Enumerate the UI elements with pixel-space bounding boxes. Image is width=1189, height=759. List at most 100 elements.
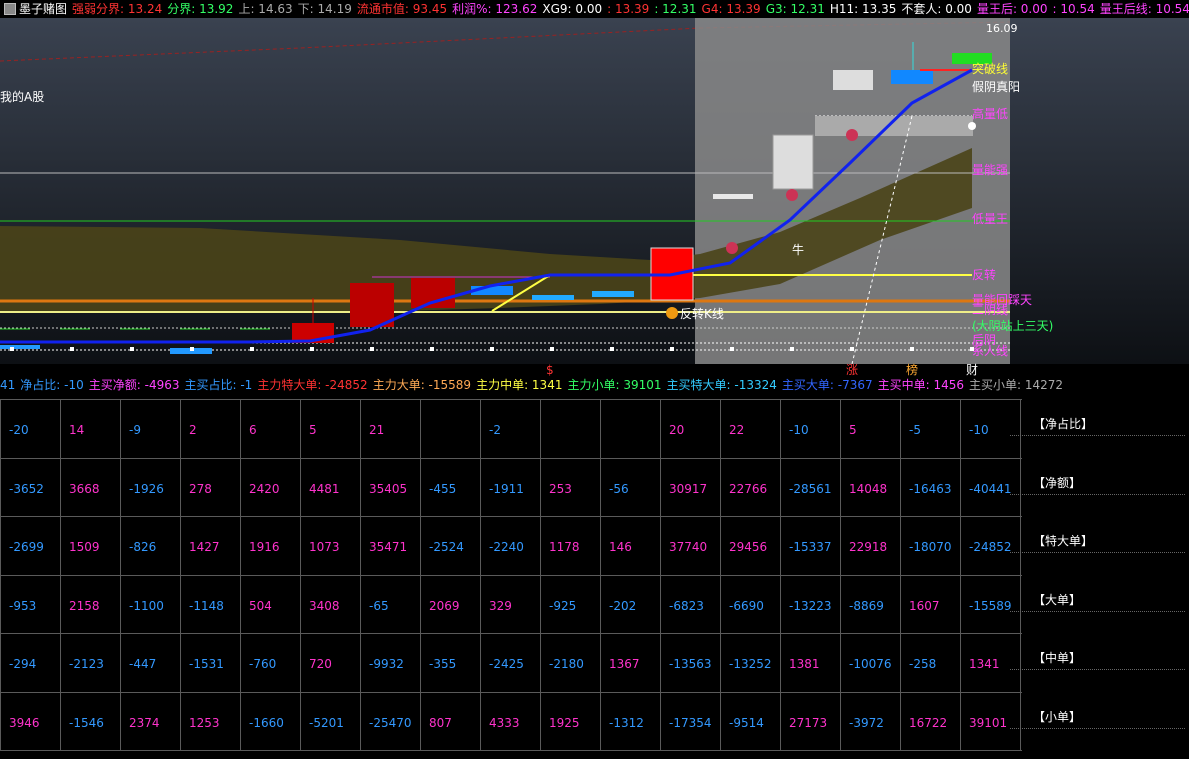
cell-value: 35405 — [369, 482, 408, 496]
cell-value: -18070 — [909, 540, 952, 554]
table-cell: -1926 — [120, 458, 180, 516]
cell-value: 2420 — [249, 482, 280, 496]
flow-value: 主力特大单: -24852 — [257, 378, 368, 392]
signal-label: 量能强 — [972, 163, 1009, 177]
cell-value: 253 — [549, 482, 572, 496]
table-cell: 14048 — [840, 458, 900, 516]
table-cell: -1546 — [60, 692, 120, 750]
cell-value: 1341 — [969, 657, 1000, 671]
table-cell: -40441 — [960, 458, 1020, 516]
flow-value: 主力小单: 39101 — [567, 378, 662, 392]
table-cell: 6 — [240, 399, 300, 457]
table-cell: 37740 — [660, 516, 720, 574]
chart-title: 墨子赌图 — [19, 2, 68, 16]
table-cell: -1312 — [600, 692, 660, 750]
table-cell: -826 — [120, 516, 180, 574]
cell-value: 807 — [429, 716, 452, 730]
table-cell: -2425 — [480, 633, 540, 691]
stock-name-label: 我的A股 — [0, 90, 45, 104]
cell-value: 14048 — [849, 482, 888, 496]
cell-value: 39101 — [969, 716, 1008, 730]
table-cell: 3408 — [300, 575, 360, 633]
cell-value: -925 — [549, 599, 577, 613]
cell-value: -1660 — [249, 716, 284, 730]
table-cell: -2699 — [0, 516, 60, 574]
table-cell: -10 — [780, 399, 840, 457]
cell-value: -2240 — [489, 540, 524, 554]
cell-value: 329 — [489, 599, 512, 613]
cell-value: -13563 — [669, 657, 712, 671]
cell-value: -28561 — [789, 482, 832, 496]
cell-value: 20 — [669, 423, 685, 437]
kline-chart-panel[interactable]: 我的A股 16.09 牛 反转K线 突破线 假阴真阳 高量低 量能强 低量王 反转 量能回踩… — [0, 18, 1189, 377]
cell-value: -13252 — [729, 657, 772, 671]
table-cell: 146 — [600, 516, 660, 574]
cell-value: 1073 — [309, 540, 340, 554]
cell-value: -10 — [969, 423, 989, 437]
cell-value: 2158 — [69, 599, 100, 613]
table-cell: 2374 — [120, 692, 180, 750]
table-cell: -9514 — [720, 692, 780, 750]
cell-value: 2069 — [429, 599, 460, 613]
cell-value: 29456 — [729, 540, 768, 554]
row-label: 【特大单】 — [1033, 534, 1094, 548]
cell-value: -2524 — [429, 540, 464, 554]
cell-value: 1509 — [69, 540, 100, 554]
flow-value: 主买占比: -1 — [184, 378, 253, 392]
table-cell: 27173 — [780, 692, 840, 750]
cell-value: -1531 — [189, 657, 224, 671]
cell-value: -15337 — [789, 540, 832, 554]
cell-value: -17354 — [669, 716, 712, 730]
cell-value: 37740 — [669, 540, 708, 554]
table-cell: 1253 — [180, 692, 240, 750]
table-cell: -16463 — [900, 458, 960, 516]
indicator-value: 分界: 13.92 — [167, 2, 234, 16]
flow-value: 主力大单: -15589 — [372, 378, 472, 392]
table-cell: 35471 — [360, 516, 420, 574]
table-cell: -455 — [420, 458, 480, 516]
table-cell: 1341 — [960, 633, 1020, 691]
table-cell: -6823 — [660, 575, 720, 633]
cell-value: -2 — [489, 423, 501, 437]
table-cell: -925 — [540, 575, 600, 633]
table-cell: -13252 — [720, 633, 780, 691]
indicator-value: : 12.31 — [654, 2, 697, 16]
cell-value: 3408 — [309, 599, 340, 613]
money-flow-bar: 41 净占比: -10 主买净额: -4963 主买占比: -1 主力特大单: -248… — [0, 377, 1189, 393]
cell-value: 2374 — [129, 716, 160, 730]
cell-value: 1178 — [549, 540, 580, 554]
indicator-value: 流通市值: 93.45 — [356, 2, 448, 16]
row-separator — [1010, 669, 1185, 670]
indicator-value: : 10.54 — [1052, 2, 1095, 16]
indicator-value: 量王后: 0.00 — [976, 2, 1048, 16]
grid-line — [0, 750, 1022, 751]
table-cell: 278 — [180, 458, 240, 516]
table-cell: -9932 — [360, 633, 420, 691]
row-separator — [1010, 494, 1185, 495]
table-cell: 5 — [300, 399, 360, 457]
indicator-value: H11: 13.35 — [829, 2, 897, 16]
table-cell: -6690 — [720, 575, 780, 633]
row-separator — [1010, 552, 1185, 553]
row-separator — [1010, 435, 1185, 436]
indicator-value: XG9: 0.00 — [542, 2, 603, 16]
chart-marker: 涨 — [846, 363, 859, 377]
table-cell: 1925 — [540, 692, 600, 750]
table-cell: 22766 — [720, 458, 780, 516]
signal-label: 二阴线 — [972, 303, 1009, 317]
cell-value: 278 — [189, 482, 212, 496]
cell-value: -1148 — [189, 599, 224, 613]
table-cell: 39101 — [960, 692, 1020, 750]
cell-value: 2 — [189, 423, 197, 437]
cell-value: 22766 — [729, 482, 768, 496]
indicator-value: G4: 13.39 — [701, 2, 761, 16]
table-cell: 1178 — [540, 516, 600, 574]
table-cell: -2240 — [480, 516, 540, 574]
table-cell: 30917 — [660, 458, 720, 516]
cell-value: -15589 — [969, 599, 1012, 613]
cell-value: -5201 — [309, 716, 344, 730]
cell-value: 3946 — [9, 716, 40, 730]
cell-value: 504 — [249, 599, 272, 613]
flow-value: 主买特大单: -13324 — [666, 378, 777, 392]
table-cell: 1607 — [900, 575, 960, 633]
